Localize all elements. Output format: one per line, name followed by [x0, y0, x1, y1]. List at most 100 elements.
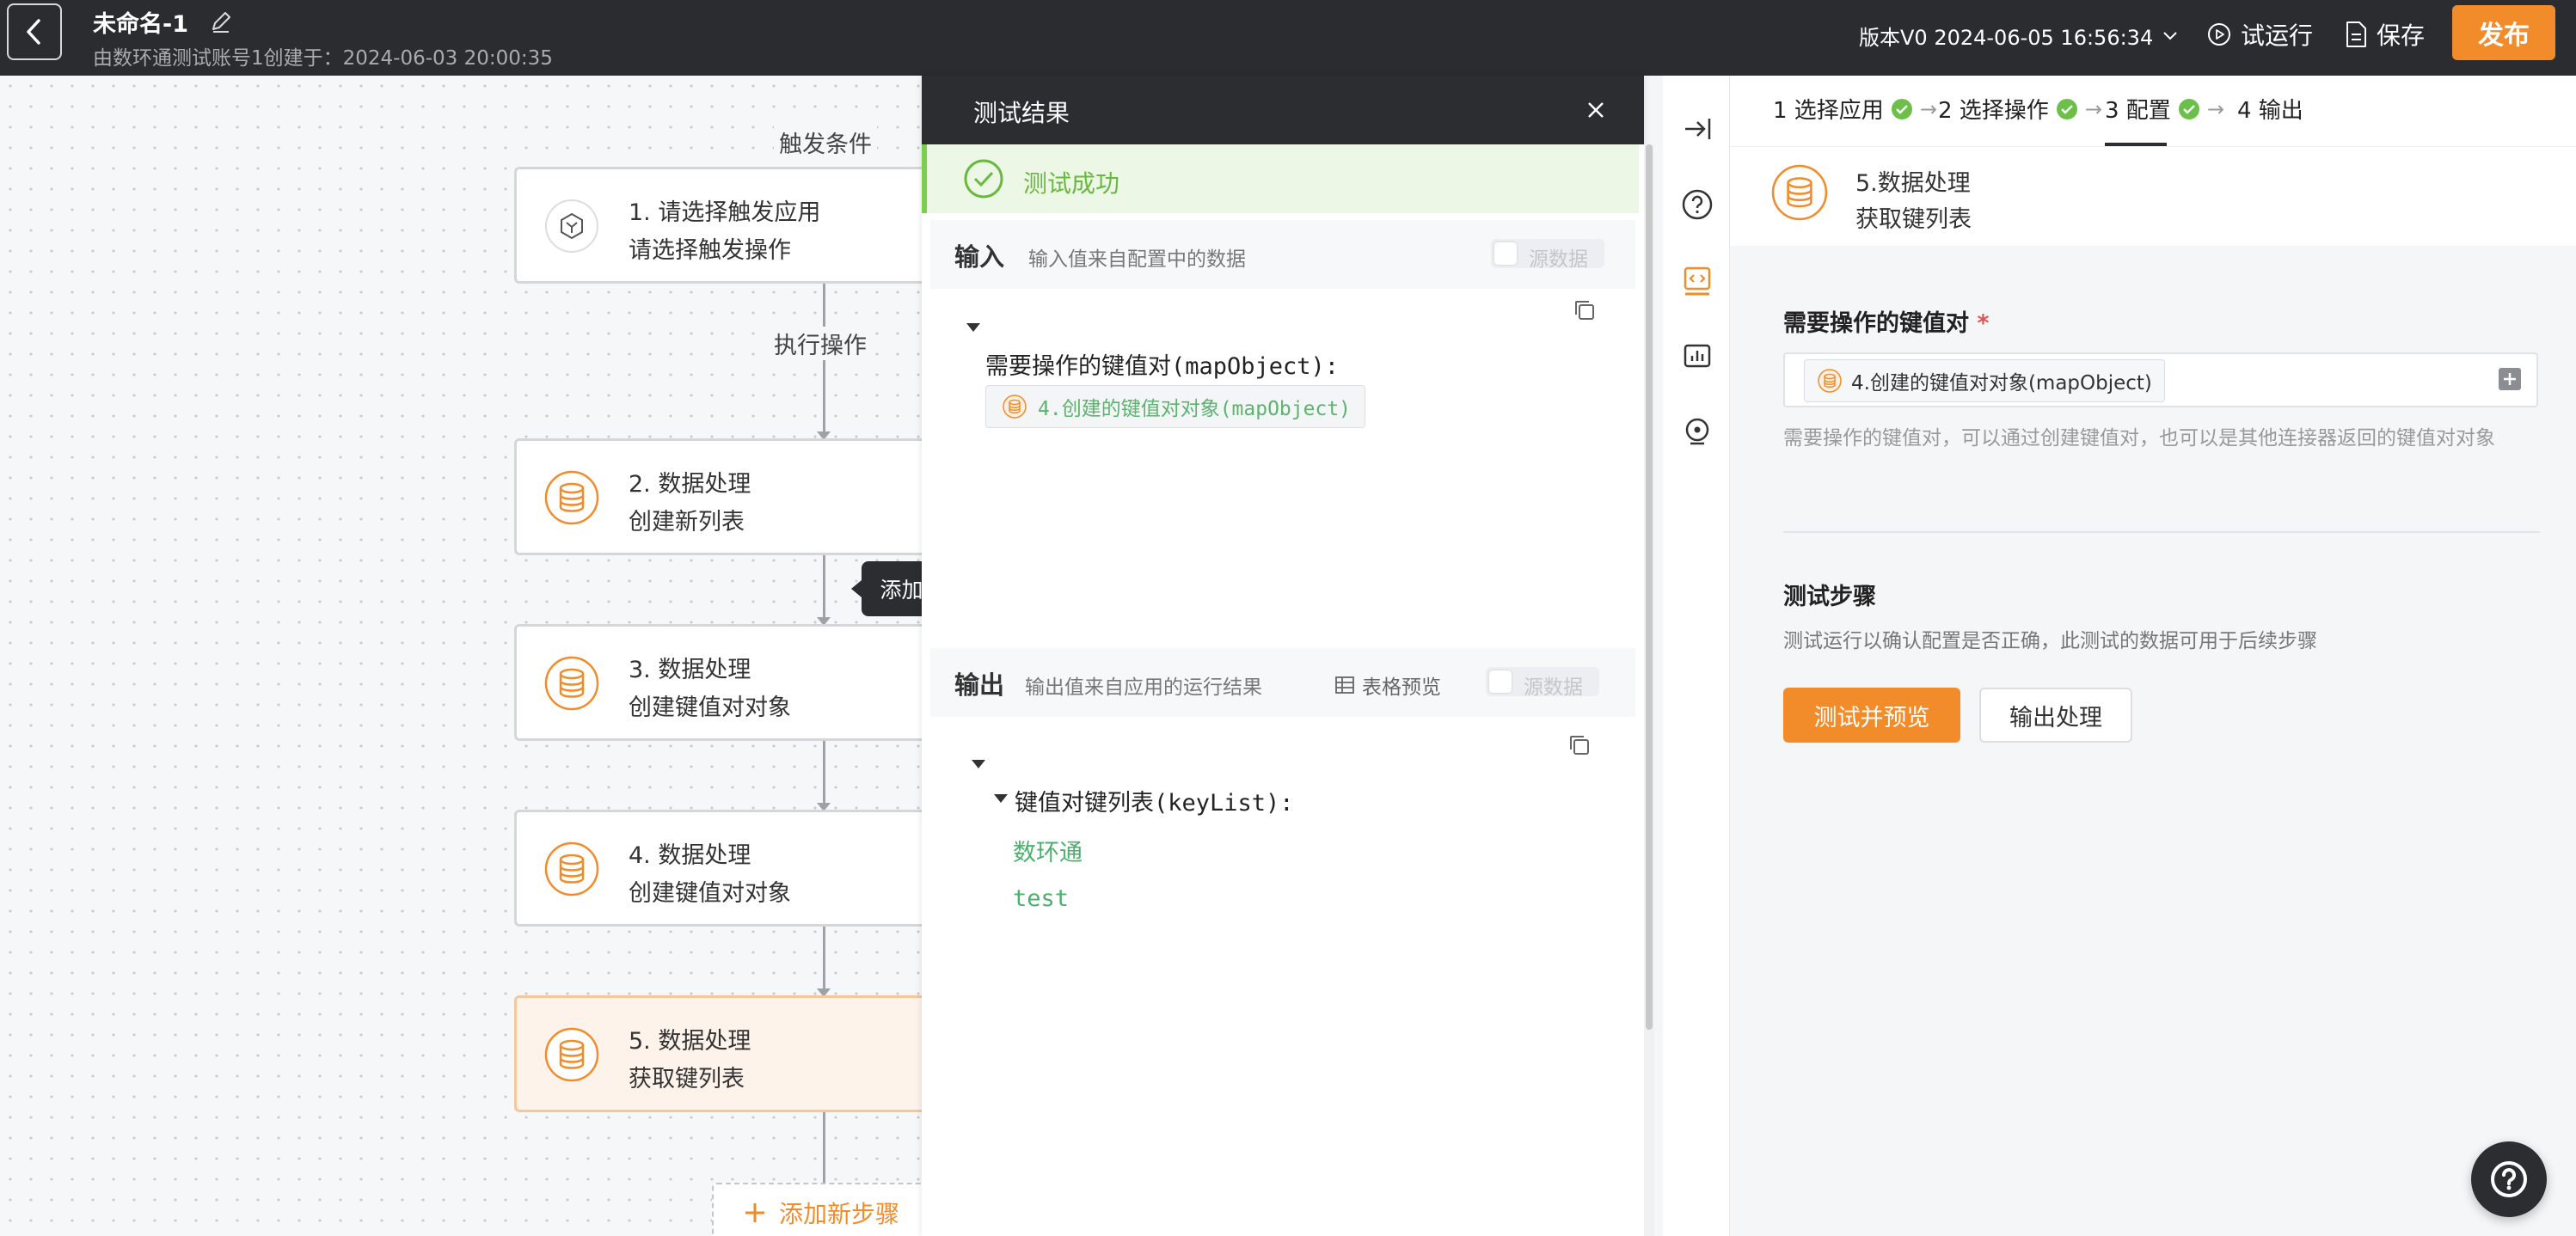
database-icon	[544, 656, 599, 711]
success-banner: 测试成功	[922, 144, 1639, 213]
plus-icon	[745, 1203, 764, 1222]
app-placeholder-icon	[545, 199, 598, 253]
test-step-title: 测试步骤	[1783, 584, 1876, 610]
output-title: 输出	[954, 670, 1005, 700]
collapse-panel-icon[interactable]	[1680, 112, 1714, 146]
connector-line	[823, 741, 825, 806]
field-label-text: 需要操作的键值对	[1783, 310, 1969, 337]
result-title: 测试结果	[973, 99, 1070, 127]
save-button[interactable]: 保存	[2344, 17, 2425, 52]
test-result-panel: 测试结果 测试成功 输入 输入值来自配置中的数据 源数据 需要操作的键值对(ma…	[922, 76, 1654, 1236]
chevron-left-icon	[27, 19, 40, 45]
trial-run-button[interactable]: 试运行	[2206, 17, 2313, 52]
field-help-text: 需要操作的键值对，可以通过创建键值对，也可以是其他连接器返回的键值对对象	[1783, 427, 2495, 450]
copy-icon[interactable]	[1567, 732, 1592, 758]
step-select-action[interactable]: 2 选择操作 →	[1938, 93, 2102, 125]
save-label: 保存	[2377, 21, 2426, 50]
play-circle-icon	[2208, 23, 2230, 46]
code-icon[interactable]	[1680, 261, 1714, 296]
input-section-header: 输入 输入值来自配置中的数据 源数据	[930, 220, 1635, 289]
collapse-triangle-icon[interactable]	[994, 794, 1008, 803]
flow-node-2[interactable]: 2. 数据处理 创建新列表	[514, 438, 922, 555]
step-select-app[interactable]: 1 选择应用 →	[1773, 93, 1937, 125]
check-circle-icon	[2056, 98, 2077, 119]
output-source-toggle[interactable]: 源数据	[1486, 667, 1599, 699]
input-key: 需要操作的键值对(mapObject):	[985, 353, 1340, 380]
node-subtitle: 创建键值对对象	[629, 694, 791, 721]
toggle-knob	[1494, 242, 1517, 265]
flow-node-3[interactable]: 3. 数据处理 创建键值对对象	[514, 624, 922, 741]
node-title: 5.数据处理	[1855, 170, 1971, 197]
arrow-right-icon: →	[2206, 96, 2224, 121]
database-icon	[544, 1027, 599, 1082]
arrow-right-icon: →	[1919, 96, 1937, 121]
node-title: 1. 请选择触发应用	[629, 199, 821, 226]
connector-line	[823, 401, 825, 435]
trigger-label: 触发条件	[774, 125, 877, 159]
table-preview-button[interactable]: 表格预览	[1334, 670, 1441, 700]
chevron-down-icon	[2163, 31, 2177, 40]
add-step-button[interactable]: 添加新步骤	[712, 1183, 922, 1236]
input-source-toggle[interactable]: 源数据	[1491, 239, 1604, 271]
node-title: 4. 数据处理	[629, 842, 751, 869]
required-mark: *	[1977, 310, 1990, 337]
node-subtitle: 请选择触发操作	[629, 237, 791, 264]
output-process-button[interactable]: 输出处理	[1979, 688, 2132, 743]
test-preview-button[interactable]: 测试并预览	[1783, 688, 1960, 743]
flow-node-4[interactable]: 4. 数据处理 创建键值对对象	[514, 810, 922, 927]
connector-line	[823, 927, 825, 992]
location-icon[interactable]	[1680, 414, 1714, 449]
help-icon	[2491, 1161, 2527, 1197]
scrollbar-thumb[interactable]	[1646, 144, 1653, 1030]
database-icon	[1771, 164, 1828, 221]
node-subtitle: 获取键列表	[629, 1066, 745, 1092]
action-label: 执行操作	[769, 327, 872, 360]
help-circle-icon[interactable]	[1680, 187, 1714, 222]
output-desc: 输出值来自应用的运行结果	[1025, 676, 1262, 699]
node-subtitle: 创建新列表	[629, 509, 745, 535]
version-select[interactable]: 版本V0 2024-06-05 16:56:34	[1859, 21, 2179, 51]
input-ref-text: 4.创建的键值对对象(mapObject)	[1038, 398, 1352, 420]
database-icon	[1003, 395, 1027, 419]
app-title: 未命名-1	[93, 11, 188, 38]
map-object-field[interactable]: 4.创建的键值对对象(mapObject)	[1783, 352, 2538, 407]
publish-button[interactable]: 发布	[2452, 5, 2555, 60]
input-desc: 输入值来自配置中的数据	[1028, 248, 1246, 271]
collapse-triangle-icon[interactable]	[972, 760, 985, 768]
flow-canvas[interactable]: 触发条件 1. 请选择触发应用 请选择触发操作 执行操作 2. 数据处理 创建新…	[0, 76, 922, 1236]
edit-icon[interactable]	[208, 9, 234, 34]
plus-square-icon[interactable]	[2497, 366, 2523, 392]
field-label: 需要操作的键值对 *	[1783, 304, 1990, 338]
output-value: test	[1013, 885, 1070, 912]
config-stepper: 1 选择应用 → 2 选择操作 → 3 配置 → 4 输出	[1730, 76, 2576, 146]
database-icon	[1818, 369, 1842, 393]
success-text: 测试成功	[1023, 169, 1120, 198]
node-title: 5. 数据处理	[629, 1028, 751, 1055]
field-ref-chip[interactable]: 4.创建的键值对对象(mapObject)	[1804, 359, 2165, 402]
chart-icon[interactable]	[1680, 339, 1714, 373]
collapse-triangle-icon[interactable]	[966, 323, 980, 332]
step-label: 4 输出	[2237, 98, 2303, 124]
flow-node-5[interactable]: 5. 数据处理 获取键列表	[514, 995, 922, 1112]
node-subtitle: 创建键值对对象	[629, 880, 791, 907]
node-title: 3. 数据处理	[629, 657, 751, 683]
top-bar: 未命名-1 由数环通测试账号1创建于：2024-06-03 20:00:35 版…	[0, 0, 2576, 76]
flow-node-1[interactable]: 1. 请选择触发应用 请选择触发操作	[514, 167, 922, 284]
input-ref-chip: 4.创建的键值对对象(mapObject)	[985, 385, 1366, 428]
result-header: 测试结果	[922, 76, 1644, 144]
step-output[interactable]: 4 输出	[2237, 93, 2303, 125]
copy-icon[interactable]	[1572, 297, 1598, 323]
add-step-tooltip: 添加新步骤	[851, 561, 922, 616]
table-icon	[1335, 676, 1354, 694]
toggle-label: 源数据	[1529, 248, 1588, 271]
step-config[interactable]: 3 配置 →	[2105, 93, 2224, 125]
back-button[interactable]	[7, 3, 62, 60]
check-circle-icon	[1891, 98, 1912, 119]
input-title: 输入	[954, 242, 1005, 272]
add-step-label: 添加新步骤	[779, 1200, 900, 1228]
output-key: 键值对键列表(keyList):	[1015, 790, 1294, 817]
database-icon	[544, 470, 599, 525]
check-circle-icon	[964, 159, 1003, 199]
close-icon[interactable]	[1575, 89, 1616, 131]
help-fab-button[interactable]	[2471, 1141, 2547, 1217]
